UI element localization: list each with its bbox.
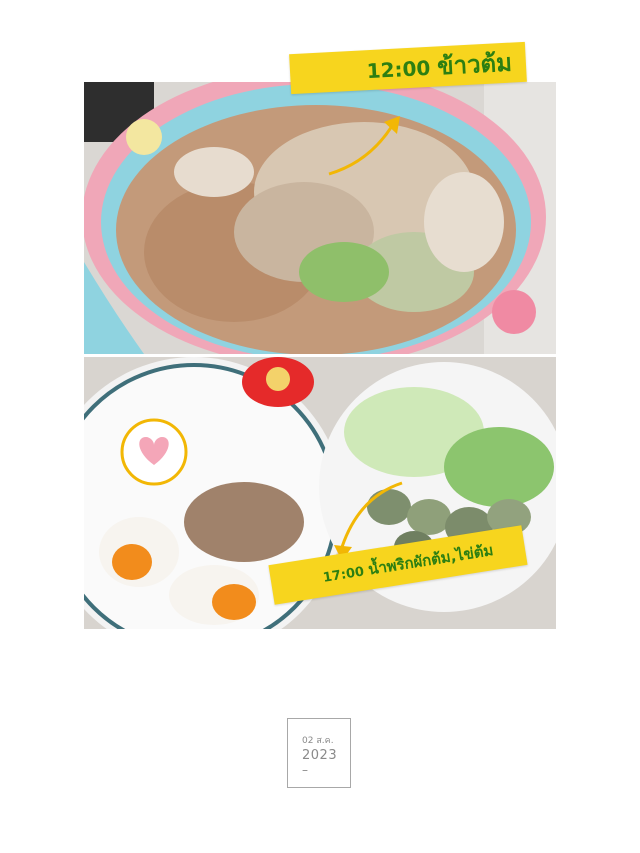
date-stamp: 02 ส.ค. 2023 – [287, 718, 351, 788]
banner-lunch-time: 12:00 [366, 55, 431, 84]
date-dash: – [302, 763, 308, 777]
photo-rice-soup [84, 82, 556, 354]
banner-dinner-title: น้ำพริกผักต้ม,ไข่ต้ม [366, 541, 495, 579]
date-day-month: 02 ส.ค. [302, 736, 334, 746]
banner-dinner-time: 17:00 [321, 564, 366, 586]
curved-arrow-icon [328, 116, 400, 176]
date-year: 2023 [302, 748, 338, 763]
banner-lunch-title: ข้าวต้ม [436, 48, 513, 81]
